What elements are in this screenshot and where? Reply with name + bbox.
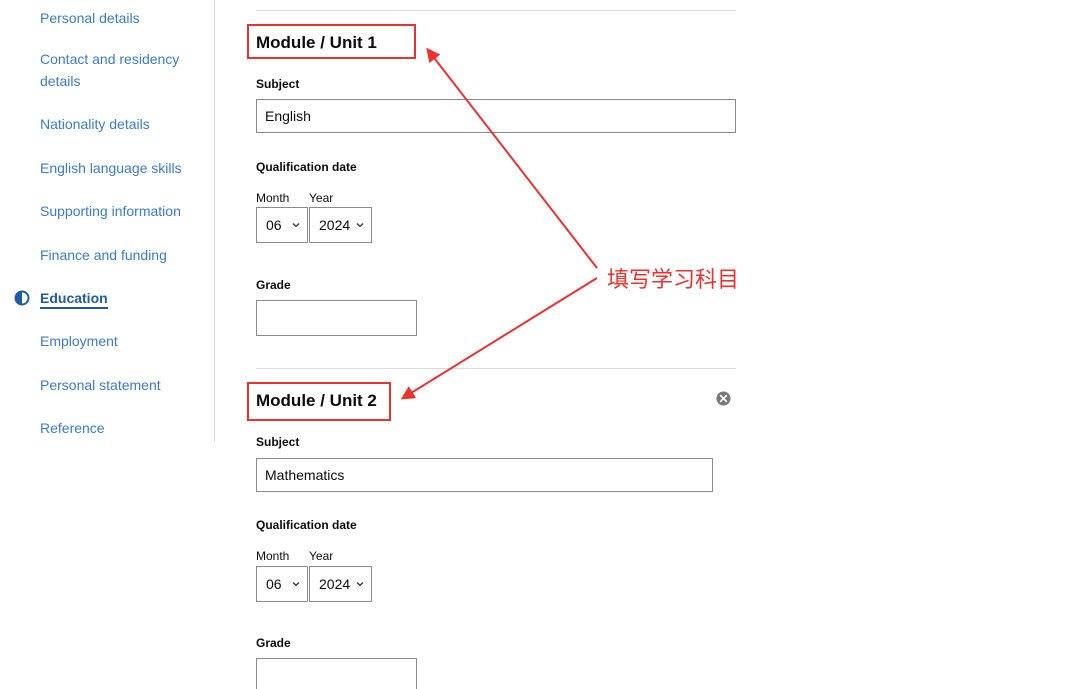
qualification-date-label: Qualification date [256, 518, 357, 532]
sidebar-item-label: Finance and funding [40, 247, 167, 263]
chevron-down-icon [356, 582, 364, 587]
sidebar-item-label: Employment [40, 333, 118, 349]
month-value: 06 [266, 217, 282, 233]
section-divider [256, 368, 736, 369]
half-circle-progress-icon [14, 290, 30, 306]
year-select[interactable]: 2024 [309, 207, 372, 243]
grade-input[interactable] [256, 300, 417, 336]
sidebar-item-employment[interactable]: Employment [40, 330, 205, 352]
sidebar-item-nationality[interactable]: Nationality details [40, 113, 205, 135]
month-select[interactable]: 06 [256, 566, 308, 602]
section-divider [256, 10, 736, 11]
grade-label: Grade [256, 636, 291, 650]
annotation-highlight-box [247, 24, 416, 59]
sidebar-item-english-language[interactable]: English language skills [40, 157, 205, 179]
grade-label: Grade [256, 278, 291, 292]
annotation-arrow [426, 47, 598, 269]
chevron-down-icon [356, 223, 364, 228]
chevron-down-icon [292, 223, 300, 228]
annotation-highlight-box [247, 382, 391, 421]
sidebar-item-label: Contact and residency details [40, 51, 180, 89]
year-value: 2024 [319, 217, 351, 233]
sidebar-item-label: English language skills [40, 160, 182, 176]
chevron-down-icon [292, 582, 300, 587]
subject-input[interactable]: Mathematics [256, 458, 713, 492]
year-select[interactable]: 2024 [309, 566, 372, 602]
month-value: 06 [266, 576, 282, 592]
annotation-arrow [400, 277, 598, 400]
subject-label: Subject [256, 435, 300, 449]
annotation-label: 填写学习科目 [607, 268, 740, 293]
grade-input[interactable] [256, 658, 417, 689]
year-value: 2024 [319, 576, 351, 592]
sidebar-item-label: Personal details [40, 10, 140, 26]
sidebar-item-label: Education [40, 290, 108, 309]
sidebar-item-finance-funding[interactable]: Finance and funding [40, 244, 205, 266]
month-label: Month [256, 549, 290, 563]
sidebar-item-contact-residency[interactable]: Contact and residency details [40, 48, 205, 92]
subject-label: Subject [256, 77, 300, 91]
month-select[interactable]: 06 [256, 207, 308, 243]
year-label: Year [309, 549, 334, 563]
sidebar-item-supporting-info[interactable]: Supporting information [40, 200, 205, 222]
close-circle-icon[interactable] [716, 391, 731, 406]
subject-input[interactable]: English [256, 99, 736, 133]
sidebar-item-label: Nationality details [40, 116, 150, 132]
qualification-date-label: Qualification date [256, 160, 357, 174]
sidebar-item-label: Supporting information [40, 203, 181, 219]
sidebar-item-reference[interactable]: Reference [40, 417, 205, 439]
sidebar-item-personal-details[interactable]: Personal details [40, 7, 205, 29]
sidebar-nav: Personal details Contact and residency d… [0, 0, 215, 442]
sidebar-item-label: Personal statement [40, 377, 161, 393]
sidebar-item-label: Reference [40, 420, 105, 436]
sidebar-item-education[interactable]: Education [14, 287, 205, 309]
sidebar-item-personal-statement[interactable]: Personal statement [40, 374, 205, 396]
year-label: Year [309, 191, 334, 205]
month-label: Month [256, 191, 290, 205]
